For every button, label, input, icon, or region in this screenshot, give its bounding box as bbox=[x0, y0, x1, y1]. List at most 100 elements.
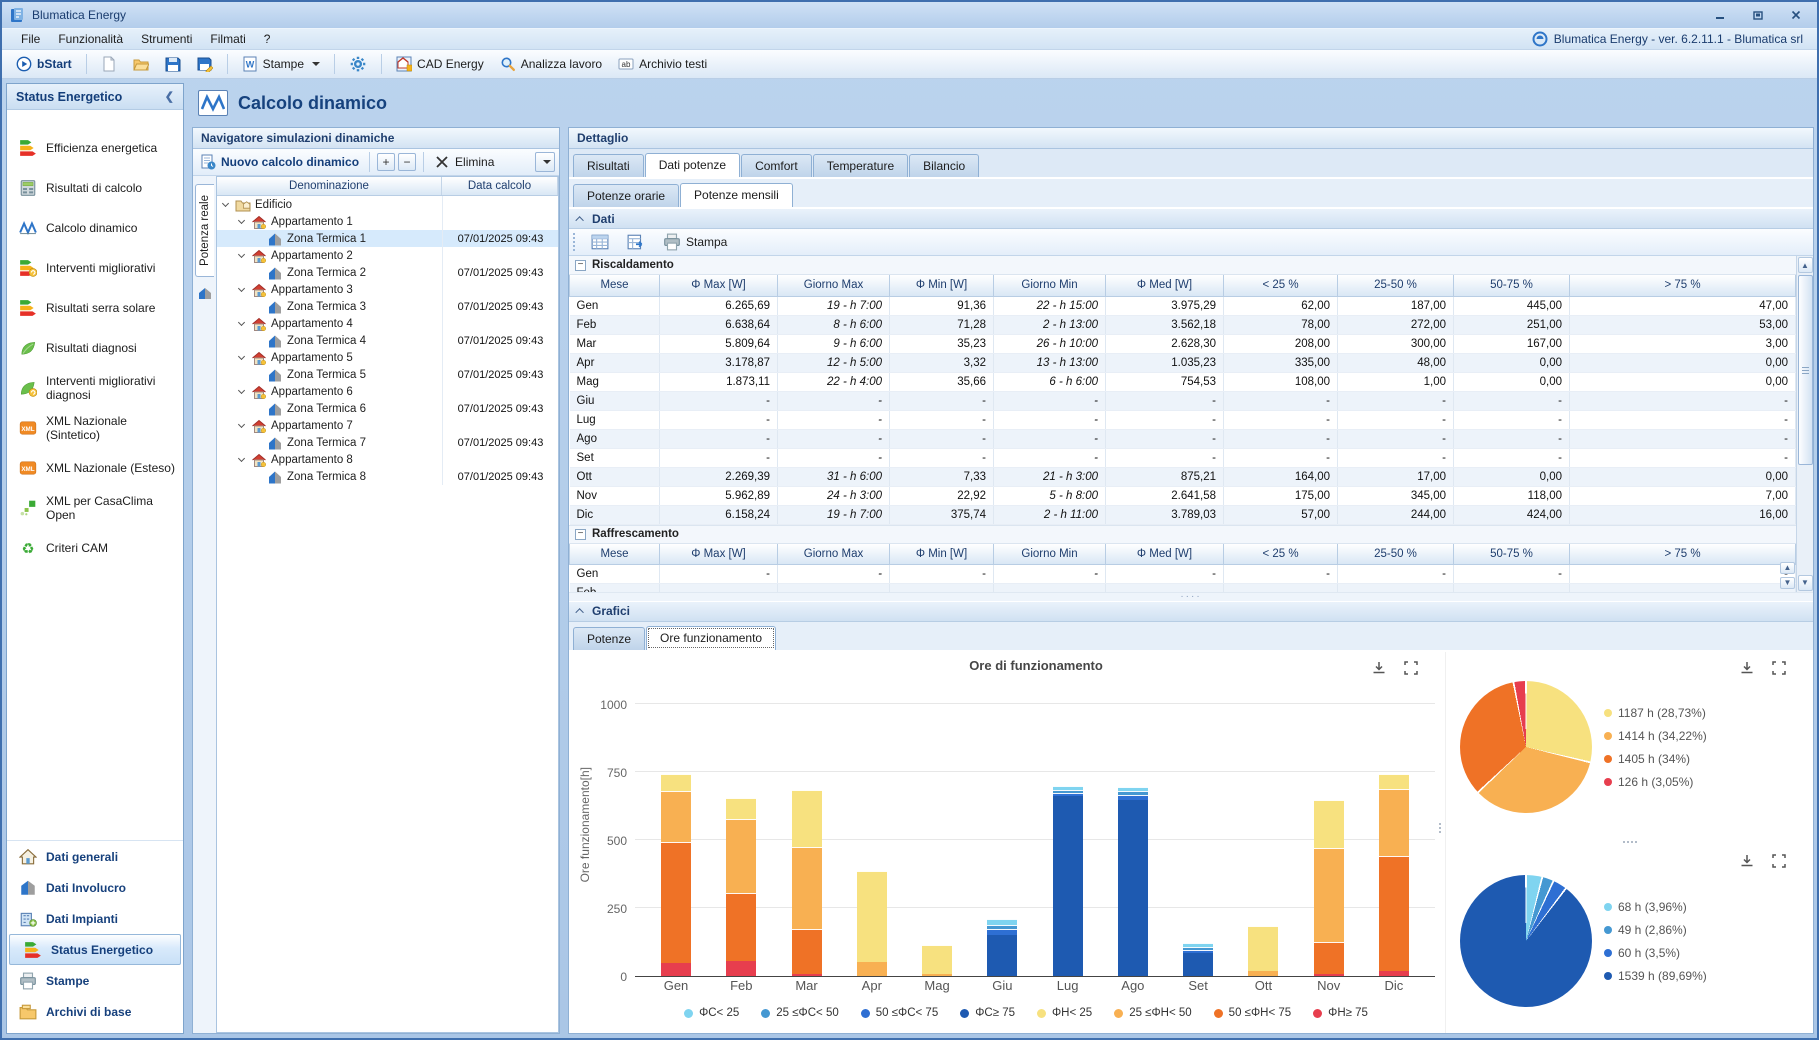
tree-row[interactable]: Zona Termica 407/01/2025 09:43 bbox=[217, 332, 558, 349]
table-row[interactable]: Feb--------- bbox=[570, 584, 1796, 592]
table-row[interactable]: Feb6.638,648 - h 6:0071,282 - h 13:003.5… bbox=[570, 315, 1796, 334]
tree-row[interactable]: Appartamento 1 bbox=[217, 213, 558, 230]
legend-item[interactable]: 50 ≤ΦC< 75 bbox=[861, 1007, 938, 1019]
tree-row[interactable]: Appartamento 6 bbox=[217, 383, 558, 400]
save-button[interactable] bbox=[159, 53, 187, 75]
tree-row[interactable]: Zona Termica 807/01/2025 09:43 bbox=[217, 468, 558, 485]
bar-feb[interactable] bbox=[726, 798, 756, 976]
bar-gen[interactable] bbox=[661, 774, 691, 976]
tree-row[interactable]: Zona Termica 307/01/2025 09:43 bbox=[217, 298, 558, 315]
bar-lug[interactable] bbox=[1053, 786, 1083, 975]
menu-item-strumenti[interactable]: Strumenti bbox=[132, 30, 201, 48]
fullscreen-icon[interactable] bbox=[1403, 660, 1419, 676]
sidebar-nav-stampe[interactable]: Stampe bbox=[7, 965, 183, 996]
column-header[interactable]: Φ Max [W] bbox=[660, 544, 778, 565]
sidebar-item-risultati-serra-solare[interactable]: Risultati serra solare bbox=[7, 288, 183, 328]
table-row[interactable]: Mar5.809,649 - h 6:0035,2326 - h 10:002.… bbox=[570, 334, 1796, 353]
chevron-down-icon[interactable] bbox=[238, 319, 245, 326]
sidebar-nav-dati-involucro[interactable]: Dati Involucro bbox=[7, 872, 183, 903]
tree-row[interactable]: Appartamento 8 bbox=[217, 451, 558, 468]
column-header[interactable]: > 75 % bbox=[1570, 544, 1796, 565]
bar-mag[interactable] bbox=[922, 945, 952, 976]
tab-dati-potenze[interactable]: Dati potenze bbox=[645, 153, 740, 177]
table-row[interactable]: Giu--------- bbox=[570, 391, 1796, 410]
table-row[interactable]: Nov5.962,8924 - h 3:0022,925 - h 8:002.6… bbox=[570, 486, 1796, 505]
chevron-down-icon[interactable] bbox=[238, 455, 245, 462]
menu-item-funzionalit[interactable]: Funzionalità bbox=[49, 30, 132, 48]
legend-item[interactable]: 1539 h (89,69%) bbox=[1604, 969, 1707, 983]
dati-scrollbar[interactable]: ▲ ▼ bbox=[1796, 256, 1813, 592]
sidebar-item-risultati-di-calcolo[interactable]: Risultati di calcolo bbox=[7, 168, 183, 208]
section-dati[interactable]: Dati bbox=[569, 208, 1813, 229]
chevron-down-icon[interactable] bbox=[238, 353, 245, 360]
sidebar-item-calcolo-dinamico[interactable]: Calcolo dinamico bbox=[7, 208, 183, 248]
subtab-potenze-mensili[interactable]: Potenze mensili bbox=[680, 183, 793, 207]
close-button[interactable] bbox=[1783, 7, 1809, 23]
legend-item[interactable]: 68 h (3,96%) bbox=[1604, 900, 1707, 914]
scroll-up-icon[interactable]: ▲ bbox=[1780, 562, 1795, 574]
new-button[interactable] bbox=[95, 53, 123, 75]
bar-set[interactable] bbox=[1183, 943, 1213, 976]
group-riscaldamento[interactable]: − Riscaldamento bbox=[569, 256, 1796, 275]
table-row[interactable]: Ott2.269,3931 - h 6:007,3321 - h 3:00875… bbox=[570, 467, 1796, 486]
bar-ago[interactable] bbox=[1118, 787, 1148, 975]
column-header[interactable]: < 25 % bbox=[1224, 544, 1338, 565]
legend-item[interactable]: 25 ≤ΦC< 50 bbox=[761, 1007, 838, 1019]
export-button[interactable] bbox=[623, 231, 649, 253]
legend-item[interactable]: 60 h (3,5%) bbox=[1604, 946, 1707, 960]
chevron-down-icon[interactable] bbox=[238, 285, 245, 292]
scroll-thumb[interactable] bbox=[1798, 275, 1813, 465]
bar-apr[interactable] bbox=[857, 871, 887, 975]
tab-bilancio[interactable]: Bilancio bbox=[909, 154, 979, 177]
column-denominazione[interactable]: Denominazione bbox=[217, 177, 442, 195]
column-header[interactable]: Giorno Min bbox=[994, 544, 1106, 565]
download-chart-icon[interactable] bbox=[1371, 660, 1387, 676]
download-chart-icon[interactable] bbox=[1739, 660, 1755, 676]
tree-row[interactable]: Edificio bbox=[217, 196, 558, 213]
legend-item[interactable]: 1187 h (28,73%) bbox=[1604, 706, 1707, 720]
legend-item[interactable]: 25 ≤ΦH< 50 bbox=[1114, 1007, 1191, 1019]
table-row[interactable]: Ago--------- bbox=[570, 429, 1796, 448]
drag-grip-icon[interactable] bbox=[573, 233, 577, 251]
column-header[interactable]: 25-50 % bbox=[1338, 275, 1454, 296]
tab-potenza-reale[interactable]: Potenza reale bbox=[195, 184, 214, 277]
sidebar-item-criteri-cam[interactable]: ♻Criteri CAM bbox=[7, 528, 183, 568]
open-button[interactable] bbox=[127, 53, 155, 75]
archivio-testi-button[interactable]: ab Archivio testi bbox=[612, 53, 713, 75]
scroll-up-icon[interactable]: ▲ bbox=[1798, 257, 1813, 273]
bar-nov[interactable] bbox=[1314, 800, 1344, 975]
elimina-button[interactable]: Elimina bbox=[431, 152, 497, 172]
sidebar-item-risultati-diagnosi[interactable]: Risultati diagnosi bbox=[7, 328, 183, 368]
table-row[interactable]: Set--------- bbox=[570, 448, 1796, 467]
download-chart-icon[interactable] bbox=[1739, 853, 1755, 869]
sidebar-item-xml-per-casaclima-open[interactable]: XML per CasaClima Open bbox=[7, 488, 183, 528]
column-header[interactable]: Giorno Max bbox=[778, 544, 890, 565]
tree-row[interactable]: Zona Termica 207/01/2025 09:43 bbox=[217, 264, 558, 281]
table-row[interactable]: Mag1.873,1122 - h 4:0035,666 - h 6:00754… bbox=[570, 372, 1796, 391]
stampe-button[interactable]: W Stampe bbox=[236, 53, 326, 75]
sidebar-nav-status-energetico[interactable]: Status Energetico bbox=[9, 934, 181, 965]
column-header[interactable]: Mese bbox=[570, 544, 660, 565]
chevron-down-icon[interactable] bbox=[238, 387, 245, 394]
stampa-button[interactable]: Stampa bbox=[659, 231, 731, 253]
tree-row[interactable]: Zona Termica 707/01/2025 09:43 bbox=[217, 434, 558, 451]
column-header[interactable]: 50-75 % bbox=[1454, 275, 1570, 296]
subtab-potenze-orarie[interactable]: Potenze orarie bbox=[573, 184, 679, 207]
column-header[interactable]: 25-50 % bbox=[1338, 544, 1454, 565]
sidebar-nav-archivi-di-base[interactable]: Archivi di base bbox=[7, 996, 183, 1027]
minimize-button[interactable] bbox=[1707, 7, 1733, 23]
analizza-lavoro-button[interactable]: Analizza lavoro bbox=[494, 53, 608, 75]
sidebar-nav-dati-generali[interactable]: Dati generali bbox=[7, 841, 183, 872]
column-header[interactable]: Φ Min [W] bbox=[890, 544, 994, 565]
sidebar-collapse-icon[interactable]: ❮ bbox=[165, 90, 174, 103]
column-header[interactable]: Mese bbox=[570, 275, 660, 296]
sidebar-item-xml-nazionale-sintetico-[interactable]: XMLXML Nazionale (Sintetico) bbox=[7, 408, 183, 448]
navigator-dropdown-button[interactable] bbox=[535, 152, 555, 172]
fullscreen-icon[interactable] bbox=[1771, 660, 1787, 676]
column-header[interactable]: Φ Max [W] bbox=[660, 275, 778, 296]
fullscreen-icon[interactable] bbox=[1771, 853, 1787, 869]
chart-tab-ore-funzionamento[interactable]: Ore funzionamento bbox=[646, 626, 776, 650]
collapse-all-button[interactable]: − bbox=[398, 153, 416, 171]
legend-item[interactable]: ΦC< 25 bbox=[684, 1007, 739, 1019]
sidebar-item-xml-nazionale-esteso-[interactable]: XMLXML Nazionale (Esteso) bbox=[7, 448, 183, 488]
